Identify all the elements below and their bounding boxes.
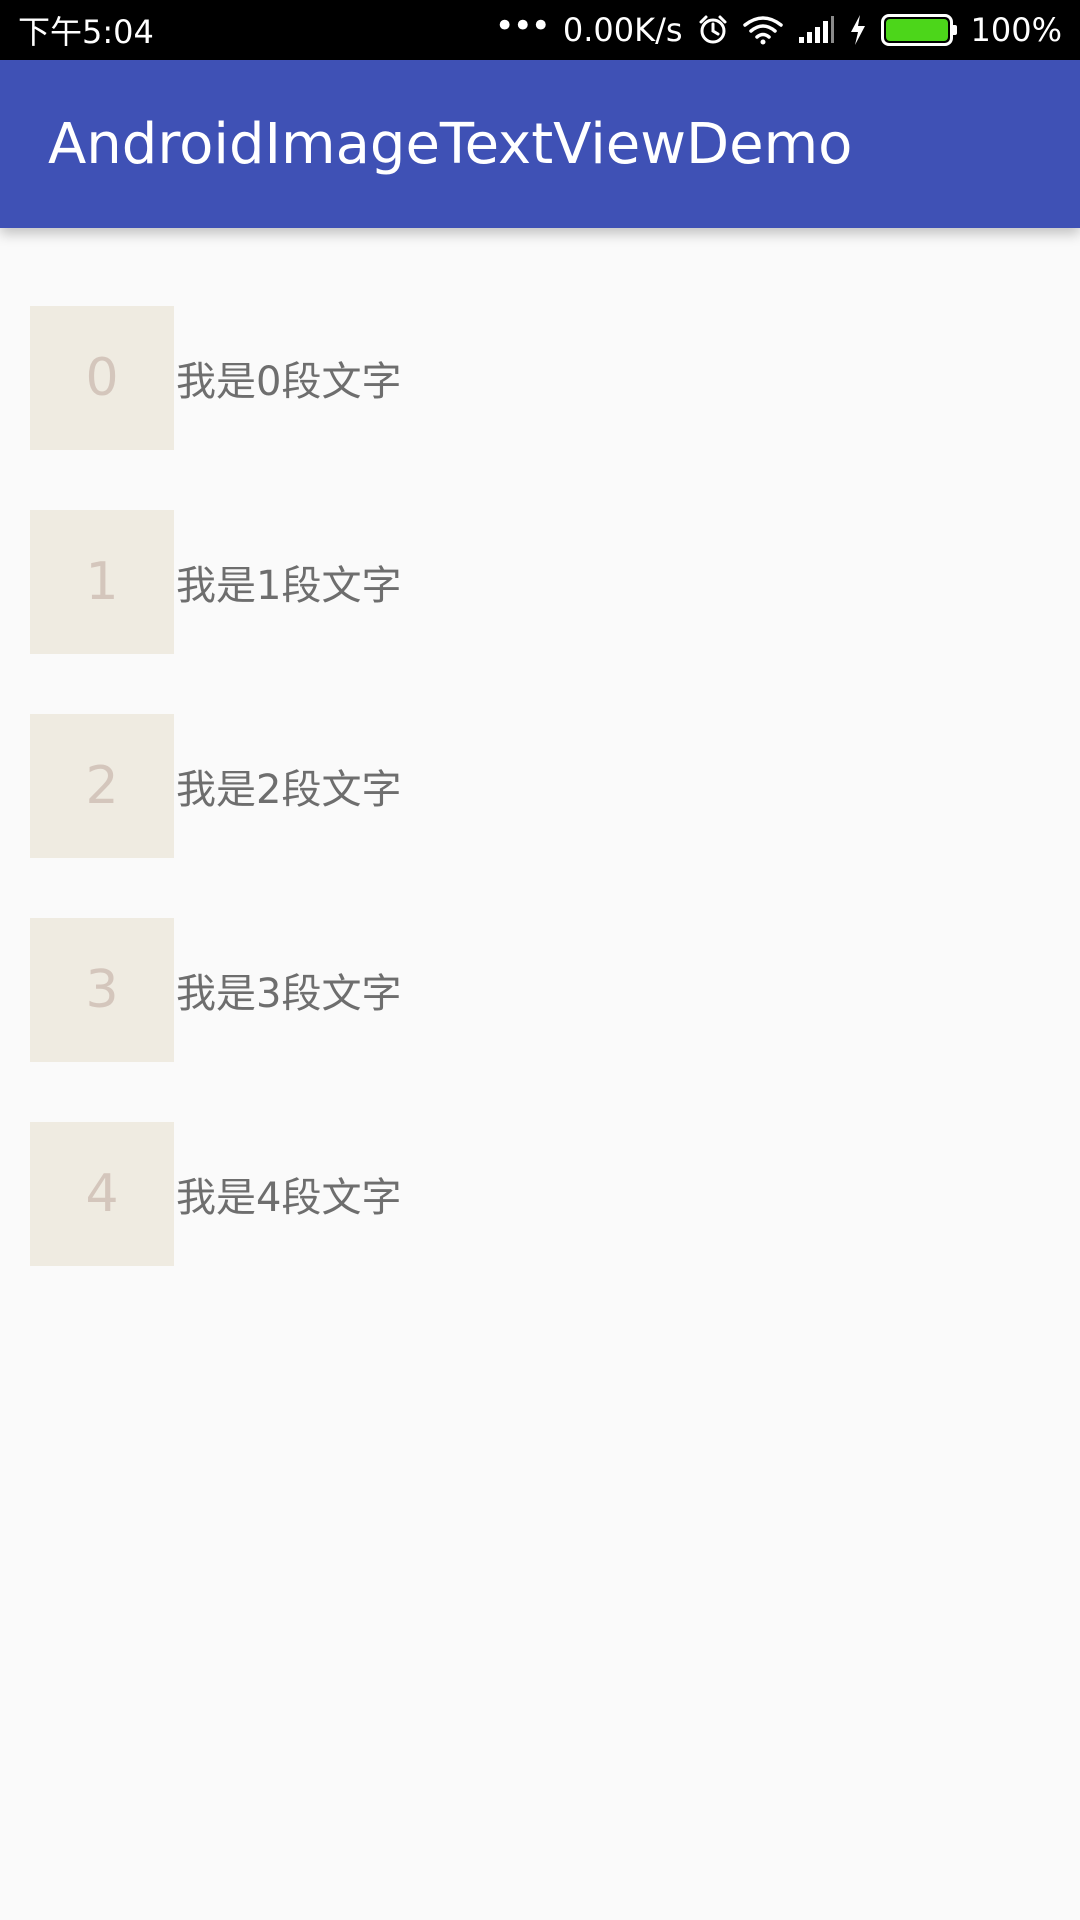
list-item[interactable]: 4 我是4段文字 — [30, 1122, 1080, 1266]
battery-icon — [880, 14, 957, 46]
battery-fill — [885, 19, 948, 41]
status-time: 下午5:04 — [18, 13, 154, 51]
item-text: 我是2段文字 — [176, 767, 402, 813]
list-item[interactable]: 2 我是2段文字 — [30, 714, 1080, 858]
list-item[interactable]: 1 我是1段文字 — [30, 510, 1080, 654]
app-title: AndroidImageTextViewDemo — [48, 111, 853, 177]
item-image: 2 — [30, 714, 174, 858]
status-bar: 下午5:04 ••• 0.00K/s 100% — [0, 0, 1080, 60]
item-image: 0 — [30, 306, 174, 450]
more-notifications-indicator: ••• — [494, 6, 551, 46]
item-image: 4 — [30, 1122, 174, 1266]
list-item[interactable]: 3 我是3段文字 — [30, 918, 1080, 1062]
status-bar-right: ••• 0.00K/s 100% — [494, 6, 1062, 49]
battery-percent: 100% — [970, 11, 1062, 49]
app-bar: AndroidImageTextViewDemo — [0, 60, 1080, 228]
item-text: 我是1段文字 — [176, 563, 402, 609]
item-text: 我是0段文字 — [176, 359, 402, 405]
wifi-icon — [742, 15, 783, 45]
battery-body — [880, 14, 953, 46]
item-image: 1 — [30, 510, 174, 654]
signal-icon — [797, 15, 835, 45]
status-bar-left: 下午5:04 — [18, 7, 154, 53]
item-text: 我是3段文字 — [176, 971, 402, 1017]
network-speed: 0.00K/s — [562, 11, 683, 49]
item-text: 我是4段文字 — [176, 1175, 402, 1221]
charging-icon — [849, 14, 867, 46]
item-image: 3 — [30, 918, 174, 1062]
battery-cap — [952, 25, 957, 35]
list-item[interactable]: 0 我是0段文字 — [30, 306, 1080, 450]
alarm-icon — [697, 14, 729, 46]
image-text-list: 0 我是0段文字 1 我是1段文字 2 我是2段文字 3 我是3段文字 4 我是… — [0, 306, 1080, 1326]
